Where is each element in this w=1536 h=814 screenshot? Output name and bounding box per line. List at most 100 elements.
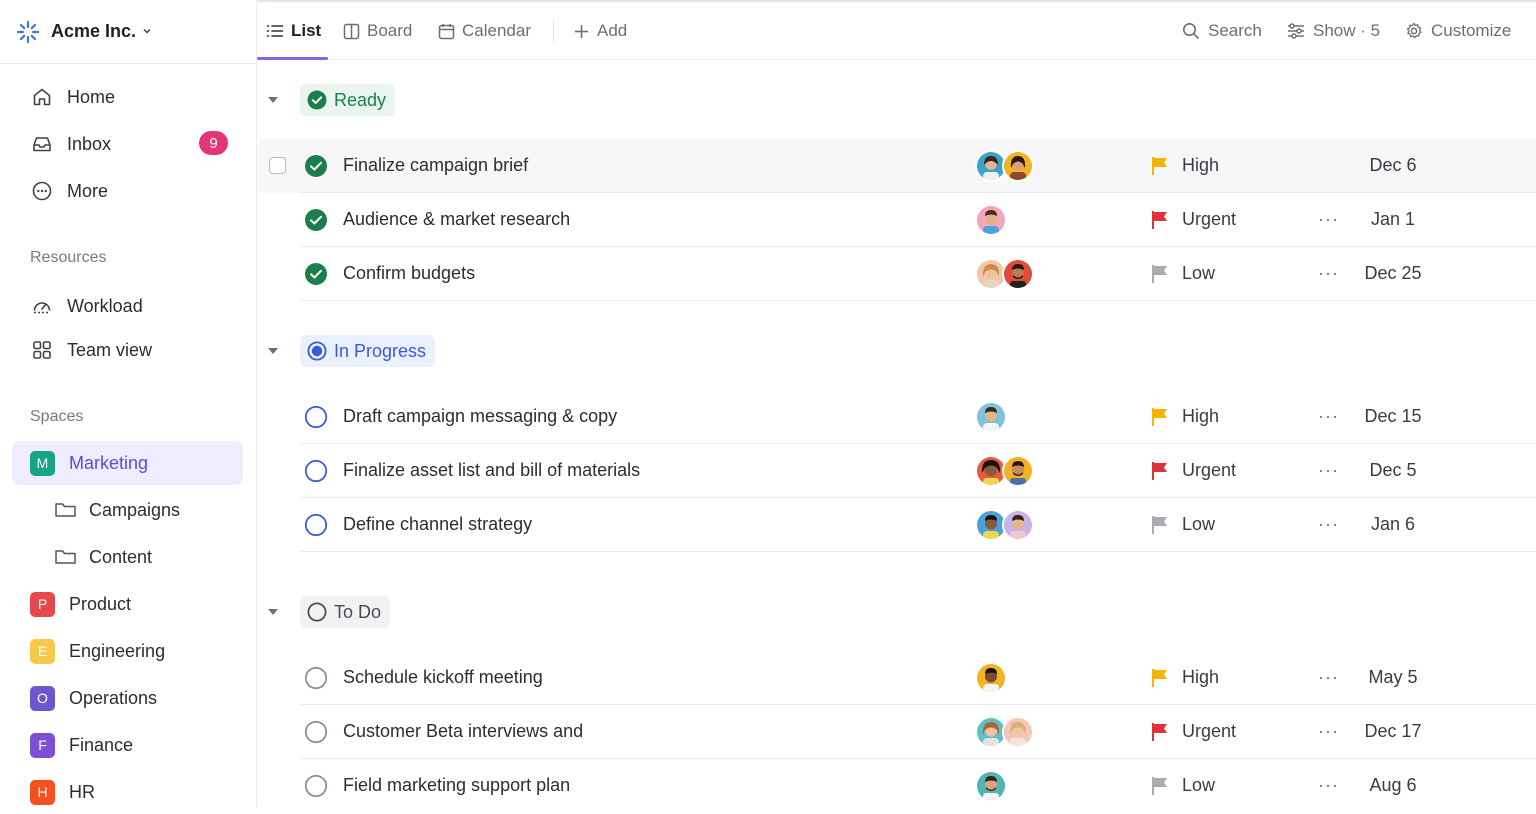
- sidebar-item-team-view[interactable]: Team view: [30, 334, 152, 366]
- space-item-finance[interactable]: F Finance: [12, 723, 243, 767]
- avatar: [1002, 455, 1034, 487]
- status-todo-icon[interactable]: [304, 774, 328, 798]
- add-view-button[interactable]: Add: [573, 18, 627, 44]
- task-name[interactable]: Audience & market research: [343, 209, 570, 230]
- folder-item-content[interactable]: Content: [54, 541, 152, 573]
- task-name[interactable]: Schedule kickoff meeting: [343, 667, 543, 688]
- status-group-header-in-progress[interactable]: In Progress: [300, 335, 436, 367]
- due-date[interactable]: Dec 6: [1350, 155, 1436, 176]
- collapse-group-toggle[interactable]: [267, 345, 279, 357]
- tab-list[interactable]: List: [266, 18, 321, 44]
- priority-cell[interactable]: Urgent: [1151, 460, 1236, 481]
- space-avatar: E: [30, 638, 55, 664]
- space-item-hr[interactable]: H HR: [12, 770, 243, 814]
- folder-item-campaigns[interactable]: Campaigns: [54, 494, 180, 526]
- sidebar-item-more[interactable]: More: [30, 175, 108, 207]
- space-item-product[interactable]: P Product: [12, 582, 243, 626]
- sidebar-item-inbox[interactable]: Inbox: [30, 128, 111, 160]
- assignees[interactable]: [975, 401, 1007, 433]
- row-more-button[interactable]: ···: [1318, 209, 1339, 230]
- task-row[interactable]: Draft campaign messaging & copy High ···…: [258, 390, 1536, 444]
- task-row[interactable]: Schedule kickoff meeting High ··· May 5: [258, 651, 1536, 705]
- list-icon: [266, 23, 284, 39]
- customize-button[interactable]: Customize: [1405, 18, 1511, 44]
- collapse-group-toggle[interactable]: [267, 606, 279, 618]
- row-more-button[interactable]: ···: [1318, 460, 1339, 481]
- due-date[interactable]: Dec 5: [1350, 460, 1436, 481]
- priority-cell[interactable]: Low: [1151, 263, 1215, 284]
- flag-icon: [1151, 776, 1169, 796]
- status-open-icon[interactable]: [304, 459, 328, 483]
- status-todo-icon[interactable]: [304, 720, 328, 744]
- task-name[interactable]: Customer Beta interviews and: [343, 721, 583, 742]
- sidebar-item-workload[interactable]: Workload: [30, 290, 143, 322]
- status-complete-icon[interactable]: [304, 262, 328, 286]
- task-row[interactable]: Define channel strategy Low ··· Jan 6: [258, 498, 1536, 552]
- chevron-down-icon: [142, 25, 152, 39]
- space-avatar: F: [30, 732, 55, 758]
- status-label: In Progress: [334, 340, 427, 361]
- priority-cell[interactable]: High: [1151, 155, 1219, 176]
- workspace-switcher[interactable]: Acme Inc.: [0, 0, 257, 64]
- row-more-button[interactable]: ···: [1318, 721, 1339, 742]
- priority-cell[interactable]: Urgent: [1151, 721, 1236, 742]
- board-icon: [343, 23, 360, 40]
- row-more-button[interactable]: ···: [1318, 263, 1339, 284]
- assignees[interactable]: [975, 662, 1007, 694]
- assignees[interactable]: [975, 204, 1007, 236]
- task-name[interactable]: Field marketing support plan: [343, 775, 570, 796]
- status-complete-icon[interactable]: [304, 208, 328, 232]
- task-name[interactable]: Define channel strategy: [343, 514, 532, 535]
- status-open-icon[interactable]: [304, 405, 328, 429]
- show-fields-button[interactable]: Show · 5: [1287, 18, 1380, 44]
- assignees[interactable]: [975, 150, 1034, 182]
- row-select-checkbox[interactable]: [269, 157, 286, 174]
- assignees[interactable]: [975, 258, 1034, 290]
- status-complete-icon[interactable]: [304, 154, 328, 178]
- row-more-button[interactable]: ···: [1318, 775, 1339, 796]
- priority-cell[interactable]: Low: [1151, 514, 1215, 535]
- task-name[interactable]: Finalize campaign brief: [343, 155, 528, 176]
- sidebar-item-home[interactable]: Home: [30, 81, 115, 113]
- status-open-icon[interactable]: [304, 513, 328, 537]
- due-date[interactable]: Dec 15: [1350, 406, 1436, 427]
- due-date[interactable]: Aug 6: [1350, 775, 1436, 796]
- task-row[interactable]: Field marketing support plan Low ··· Aug…: [258, 759, 1536, 813]
- priority-label: High: [1182, 155, 1220, 175]
- due-date[interactable]: Jan 1: [1350, 209, 1436, 230]
- due-date[interactable]: May 5: [1350, 667, 1436, 688]
- priority-cell[interactable]: High: [1151, 667, 1219, 688]
- space-item-marketing[interactable]: M Marketing: [12, 441, 243, 485]
- status-group-header-to-do[interactable]: To Do: [300, 596, 391, 628]
- search-button[interactable]: Search: [1182, 18, 1262, 44]
- row-more-button[interactable]: ···: [1318, 406, 1339, 427]
- task-name[interactable]: Finalize asset list and bill of material…: [343, 460, 640, 481]
- status-group-header-ready[interactable]: Ready: [300, 84, 396, 116]
- due-date[interactable]: Dec 17: [1350, 721, 1436, 742]
- assignees[interactable]: [975, 509, 1034, 541]
- task-name[interactable]: Confirm budgets: [343, 263, 475, 284]
- status-todo-icon[interactable]: [304, 666, 328, 690]
- priority-label: Urgent: [1182, 721, 1237, 741]
- priority-cell[interactable]: High: [1151, 406, 1219, 427]
- tab-calendar[interactable]: Calendar: [438, 18, 531, 44]
- task-row[interactable]: Finalize asset list and bill of material…: [258, 444, 1536, 498]
- collapse-group-toggle[interactable]: [267, 94, 279, 106]
- due-date[interactable]: Jan 6: [1350, 514, 1436, 535]
- space-item-engineering[interactable]: E Engineering: [12, 629, 243, 673]
- assignees[interactable]: [975, 770, 1007, 802]
- task-row[interactable]: Confirm budgets Low ··· Dec 25: [258, 247, 1536, 301]
- priority-cell[interactable]: Urgent: [1151, 209, 1236, 230]
- task-row[interactable]: Audience & market research Urgent ··· Ja…: [258, 193, 1536, 247]
- tab-board[interactable]: Board: [343, 18, 412, 44]
- due-date[interactable]: Dec 25: [1350, 263, 1436, 284]
- space-item-operations[interactable]: O Operations: [12, 676, 243, 720]
- row-more-button[interactable]: ···: [1318, 514, 1339, 535]
- task-row[interactable]: Customer Beta interviews and Urgent ··· …: [258, 705, 1536, 759]
- task-row[interactable]: Finalize campaign brief High Dec 6: [258, 139, 1536, 193]
- row-more-button[interactable]: ···: [1318, 667, 1339, 688]
- assignees[interactable]: [975, 455, 1034, 487]
- task-name[interactable]: Draft campaign messaging & copy: [343, 406, 617, 427]
- assignees[interactable]: [975, 716, 1034, 748]
- priority-cell[interactable]: Low: [1151, 775, 1215, 796]
